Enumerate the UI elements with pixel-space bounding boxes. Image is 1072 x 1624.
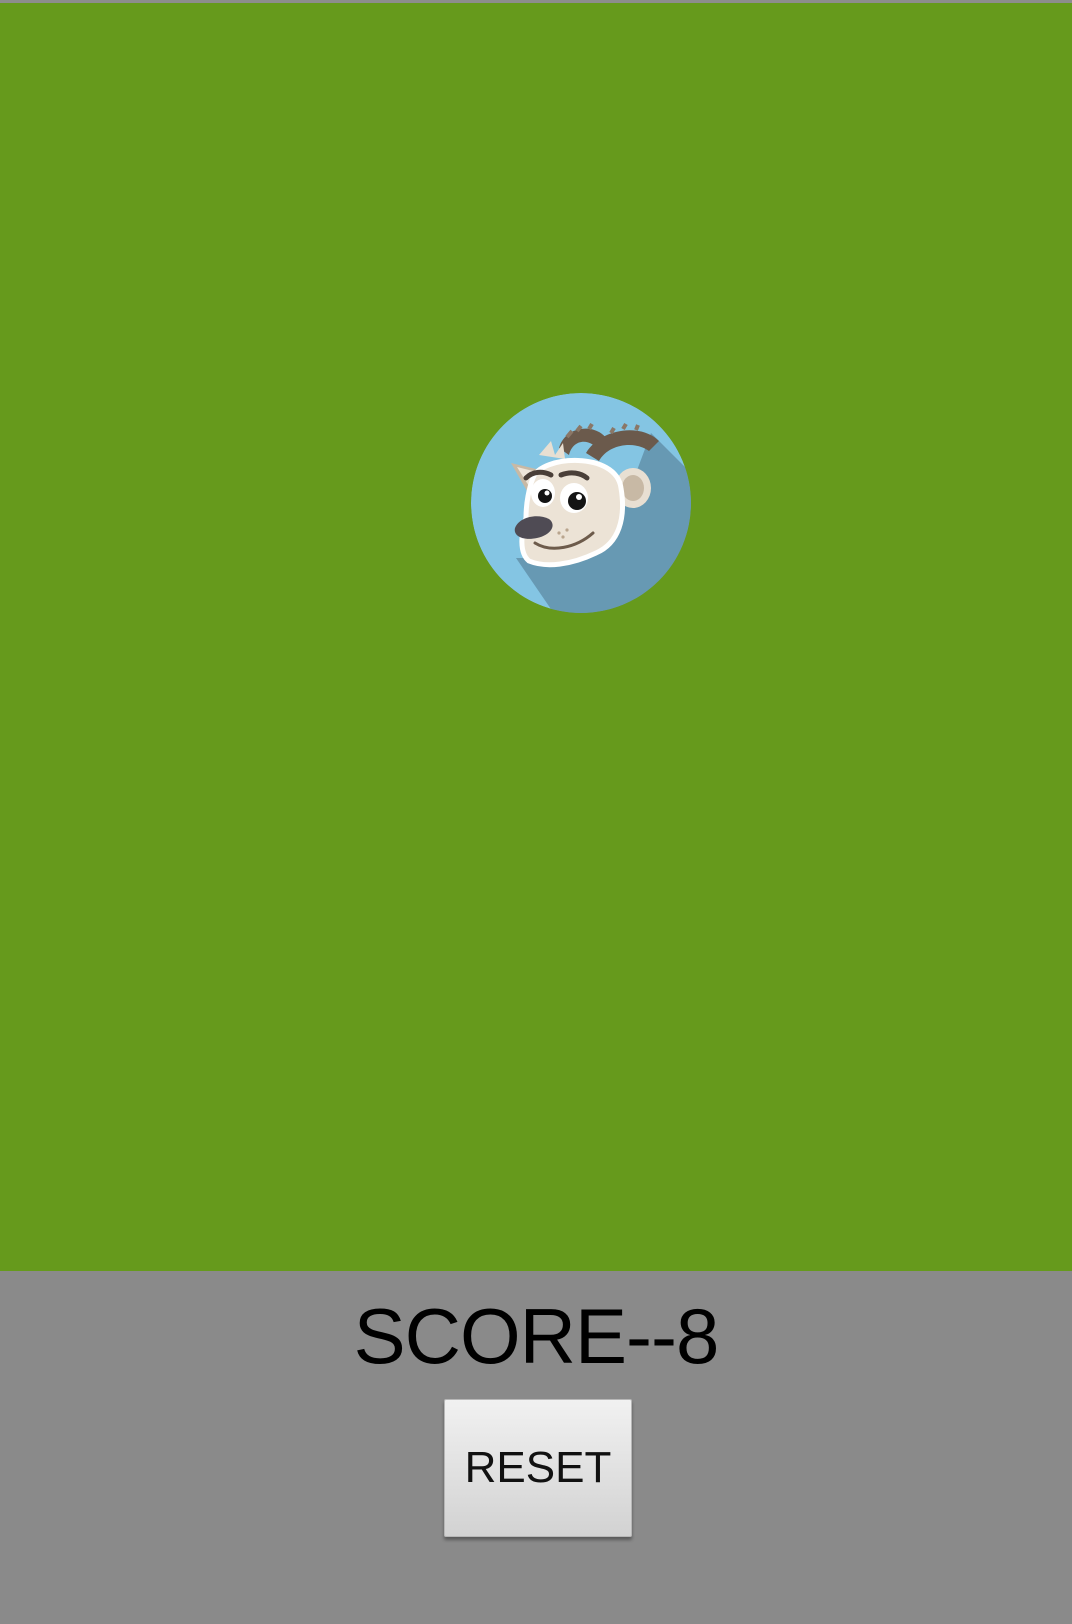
reset-button[interactable]: RESET (444, 1399, 632, 1537)
play-field[interactable] (0, 3, 1072, 1271)
goat-icon (471, 393, 691, 613)
score-label: SCORE--8 (353, 1292, 720, 1380)
goat-target[interactable] (471, 393, 691, 613)
